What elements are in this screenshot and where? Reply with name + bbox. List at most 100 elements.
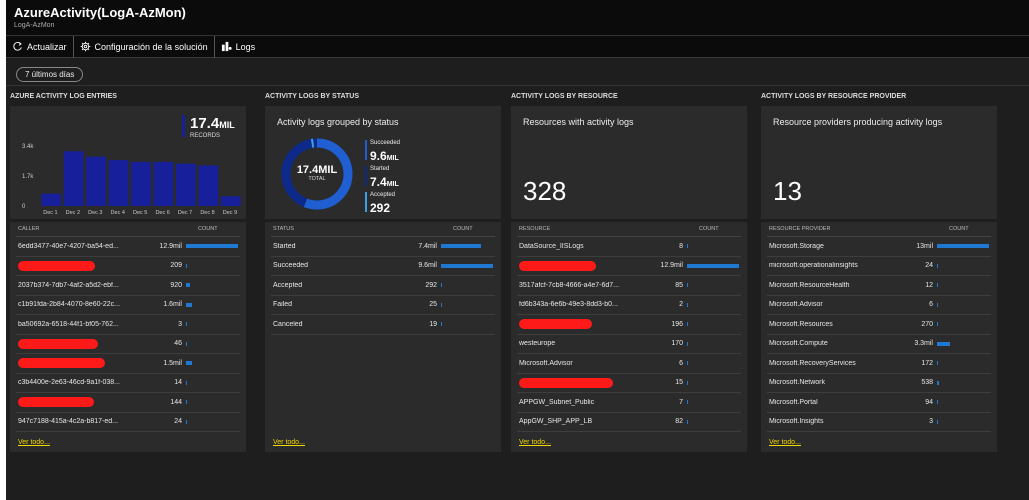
table-row[interactable]: 15: [517, 374, 741, 393]
chart-bar[interactable]: [41, 193, 62, 206]
table-row[interactable]: Failed 25: [271, 296, 495, 315]
table-row[interactable]: Microsoft.Insights 3: [767, 413, 991, 432]
chart-bar[interactable]: [176, 163, 196, 206]
row-count: 6: [679, 359, 683, 367]
table-row[interactable]: c1b91fda-2b84-4070-8e60-22c... 1.6mil: [16, 296, 240, 315]
chart-bar[interactable]: [108, 160, 129, 206]
row-count: 2: [679, 301, 683, 309]
row-count: 7.4mil: [418, 242, 437, 250]
table-row[interactable]: Microsoft.Storage 13mil: [767, 237, 991, 257]
provider-see-all-link[interactable]: Ver todo...: [769, 439, 801, 446]
table-row[interactable]: Canceled 19: [271, 315, 495, 335]
row-count: 8: [679, 242, 683, 250]
legend-succeeded-swatch: [365, 140, 367, 160]
status-legend: Succeeded 9.6MIL Started 7.4MIL Accepted 29…: [365, 140, 400, 217]
x-tick-label: Dec 4: [111, 210, 125, 216]
table-row[interactable]: microsoft.operationalinsights 24: [767, 257, 991, 276]
table-row[interactable]: Microsoft.Advisor 6: [767, 296, 991, 315]
y-tick-label: 0: [22, 204, 26, 210]
row-bar: [186, 322, 238, 327]
status-see-all-link[interactable]: Ver todo...: [273, 439, 305, 446]
table-row[interactable]: Microsoft.Portal 94: [767, 393, 991, 413]
row-count: 12: [925, 281, 933, 289]
chart-bar[interactable]: [153, 161, 174, 206]
logs-button[interactable]: Logs: [215, 36, 262, 58]
chart-bar[interactable]: [220, 196, 241, 206]
table-row[interactable]: 196: [517, 315, 741, 335]
row-name: [519, 319, 649, 330]
row-count: 209: [170, 262, 182, 270]
entries-chart-tile[interactable]: 17.4MIL RECORDS 3.4k 1.7k 0 Dec 1 Dec 2 Dec 3…: [10, 106, 246, 219]
row-bar: [186, 302, 238, 307]
row-bar-fill: [186, 244, 238, 249]
app-window: AzureActivity(LogA-AzMon) LogA-AzMon Act…: [6, 0, 1029, 500]
row-name: 3517afcf-7cb8-4666-a4e7-6d7...: [519, 281, 620, 289]
table-row[interactable]: c3b4400e-2e63-46cd-9a1f-038... 14: [16, 374, 240, 393]
status-table: STATUS COUNT Started 7.4mil Succeeded 9.6mi…: [265, 222, 501, 452]
resource-table-header: RESOURCE COUNT: [517, 222, 741, 237]
row-count: 170: [671, 340, 683, 348]
refresh-label: Actualizar: [27, 41, 67, 52]
table-row[interactable]: Microsoft.Compute 3.3mil: [767, 335, 991, 354]
row-bar-fill: [186, 302, 192, 307]
time-range-filter[interactable]: 7 últimos días: [16, 67, 84, 82]
table-row[interactable]: DataSource_IISLogs 8: [517, 237, 741, 257]
table-row[interactable]: APPGW_Subnet_Public 7: [517, 393, 741, 413]
table-row[interactable]: 46: [16, 335, 240, 354]
chart-bar[interactable]: [131, 161, 151, 206]
row-bar: [937, 283, 989, 288]
row-bar-fill: [937, 302, 938, 307]
table-row[interactable]: westeurope 170: [517, 335, 741, 354]
table-row[interactable]: 6edd3477-40e7-4207-ba54-ed... 12.9mil: [16, 237, 240, 257]
row-bar-fill: [687, 263, 739, 268]
table-row[interactable]: 2037b374-7db7-4af2-a5d2-ebf... 920: [16, 276, 240, 296]
row-bar: [687, 244, 739, 249]
row-bar-fill: [937, 244, 989, 249]
table-row[interactable]: AppGW_SHP_APP_LB 82: [517, 413, 741, 432]
row-count: 1.6mil: [163, 301, 182, 309]
table-row[interactable]: Microsoft.Network 538: [767, 374, 991, 393]
table-row[interactable]: 3517afcf-7cb8-4666-a4e7-6d7... 85: [517, 276, 741, 296]
table-row[interactable]: Accepted 292: [271, 276, 495, 296]
table-row[interactable]: Microsoft.RecoveryServices 172: [767, 354, 991, 374]
row-name: [519, 260, 649, 271]
table-row[interactable]: fd6b343a-6e6b-49e3-8dd3-b0... 2: [517, 296, 741, 315]
redaction-mark: [18, 397, 94, 408]
solution-config-button[interactable]: Configuración de la solución: [74, 35, 215, 58]
chart-bar[interactable]: [63, 151, 84, 206]
table-row[interactable]: 947c7188-415a-4c2a-b817-ed... 24: [16, 413, 240, 432]
row-name: fd6b343a-6e6b-49e3-8dd3-b0...: [519, 301, 618, 309]
resource-tile[interactable]: Resources with activity logs 328: [511, 106, 747, 219]
entries-see-all-link[interactable]: Ver todo...: [18, 439, 50, 446]
resource-see-all-link[interactable]: Ver todo...: [519, 439, 551, 446]
table-row[interactable]: Microsoft.Resources 270: [767, 315, 991, 335]
table-row[interactable]: Microsoft.ResourceHealth 12: [767, 276, 991, 296]
row-bar-fill: [186, 341, 187, 346]
provider-count-column-header: COUNT: [949, 226, 969, 232]
table-row[interactable]: 12.9mil: [517, 257, 741, 276]
status-tile[interactable]: Activity logs grouped by status 17.4MIL …: [265, 106, 501, 219]
chart-bar[interactable]: [86, 156, 106, 206]
y-tick-label: 3.4k: [22, 144, 34, 150]
caller-table-header: CALLER COUNT: [16, 222, 240, 237]
table-row[interactable]: Started 7.4mil: [271, 237, 495, 257]
table-row[interactable]: 144: [16, 393, 240, 413]
chart-bar[interactable]: [198, 165, 219, 206]
table-row[interactable]: 209: [16, 257, 240, 276]
table-row[interactable]: Succeeded 9.6mil: [271, 257, 495, 276]
logs-icon: [221, 41, 232, 52]
provider-tile[interactable]: Resource providers producing activity lo…: [761, 106, 997, 219]
row-count: 19: [429, 320, 437, 328]
logs-label: Logs: [235, 41, 256, 52]
table-row[interactable]: 1.5mil: [16, 354, 240, 374]
table-row[interactable]: Microsoft.Advisor 6: [517, 354, 741, 374]
row-count: 94: [925, 398, 933, 406]
x-tick-label: Dec 8: [200, 210, 214, 216]
redaction-mark: [18, 260, 95, 271]
row-name: c1b91fda-2b84-4070-8e60-22c...: [18, 301, 120, 309]
app-subtitle: LogA-AzMon: [14, 22, 55, 29]
refresh-button[interactable]: Actualizar: [6, 35, 74, 58]
y-tick-label: 1.7k: [22, 174, 34, 180]
row-count: 292: [425, 281, 437, 289]
table-row[interactable]: ba50692a-6518-44f1-bf05-762... 3: [16, 315, 240, 335]
